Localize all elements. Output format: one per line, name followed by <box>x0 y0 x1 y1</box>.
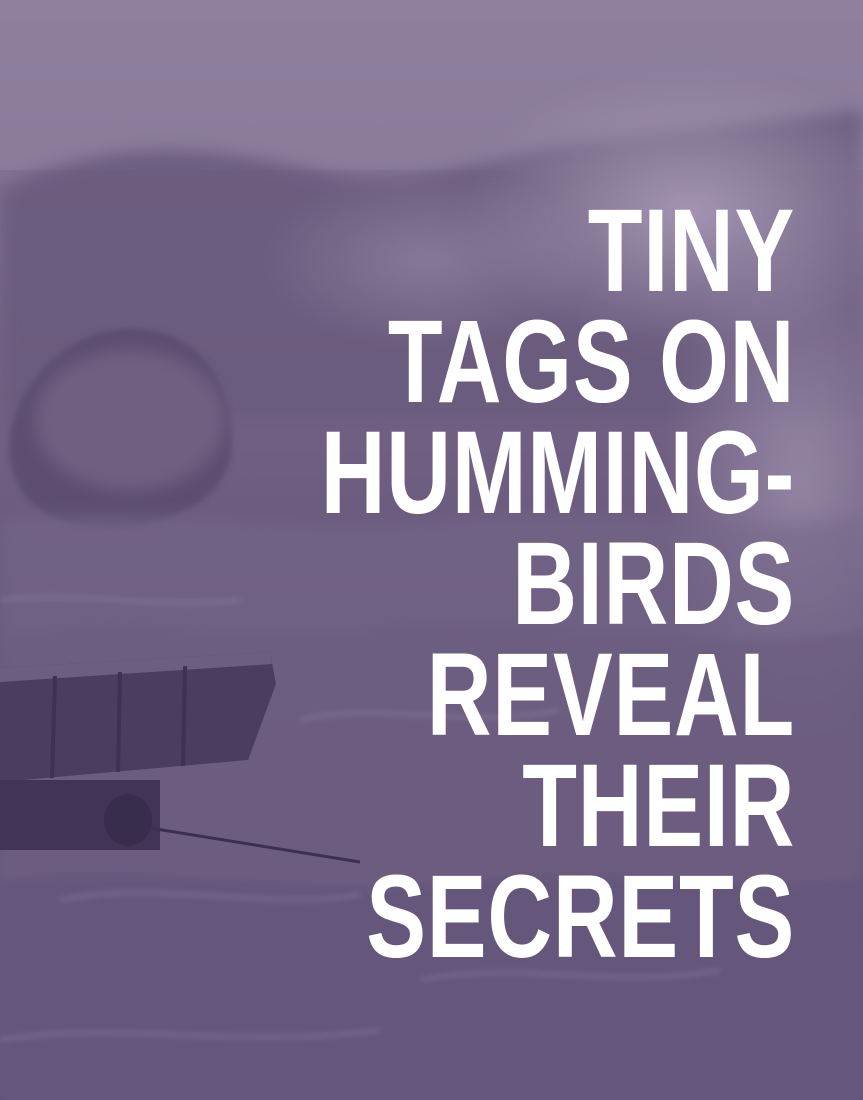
headline-line-6: THEIR <box>522 740 795 872</box>
headline-line-2: TAGS ON <box>387 296 795 428</box>
cover-image: TINY TAGS ON HUMMING- BIRDS REVEAL THEIR… <box>0 0 863 1100</box>
headline-line-5: REVEAL <box>426 629 795 761</box>
headline-line-1: TINY <box>587 185 795 317</box>
headline-line-4: BIRDS <box>512 518 795 650</box>
headline-line-3: HUMMING- <box>320 407 795 539</box>
headline-line-7: SECRETS <box>366 851 795 983</box>
headline: TINY TAGS ON HUMMING- BIRDS REVEAL THEIR… <box>320 185 795 983</box>
